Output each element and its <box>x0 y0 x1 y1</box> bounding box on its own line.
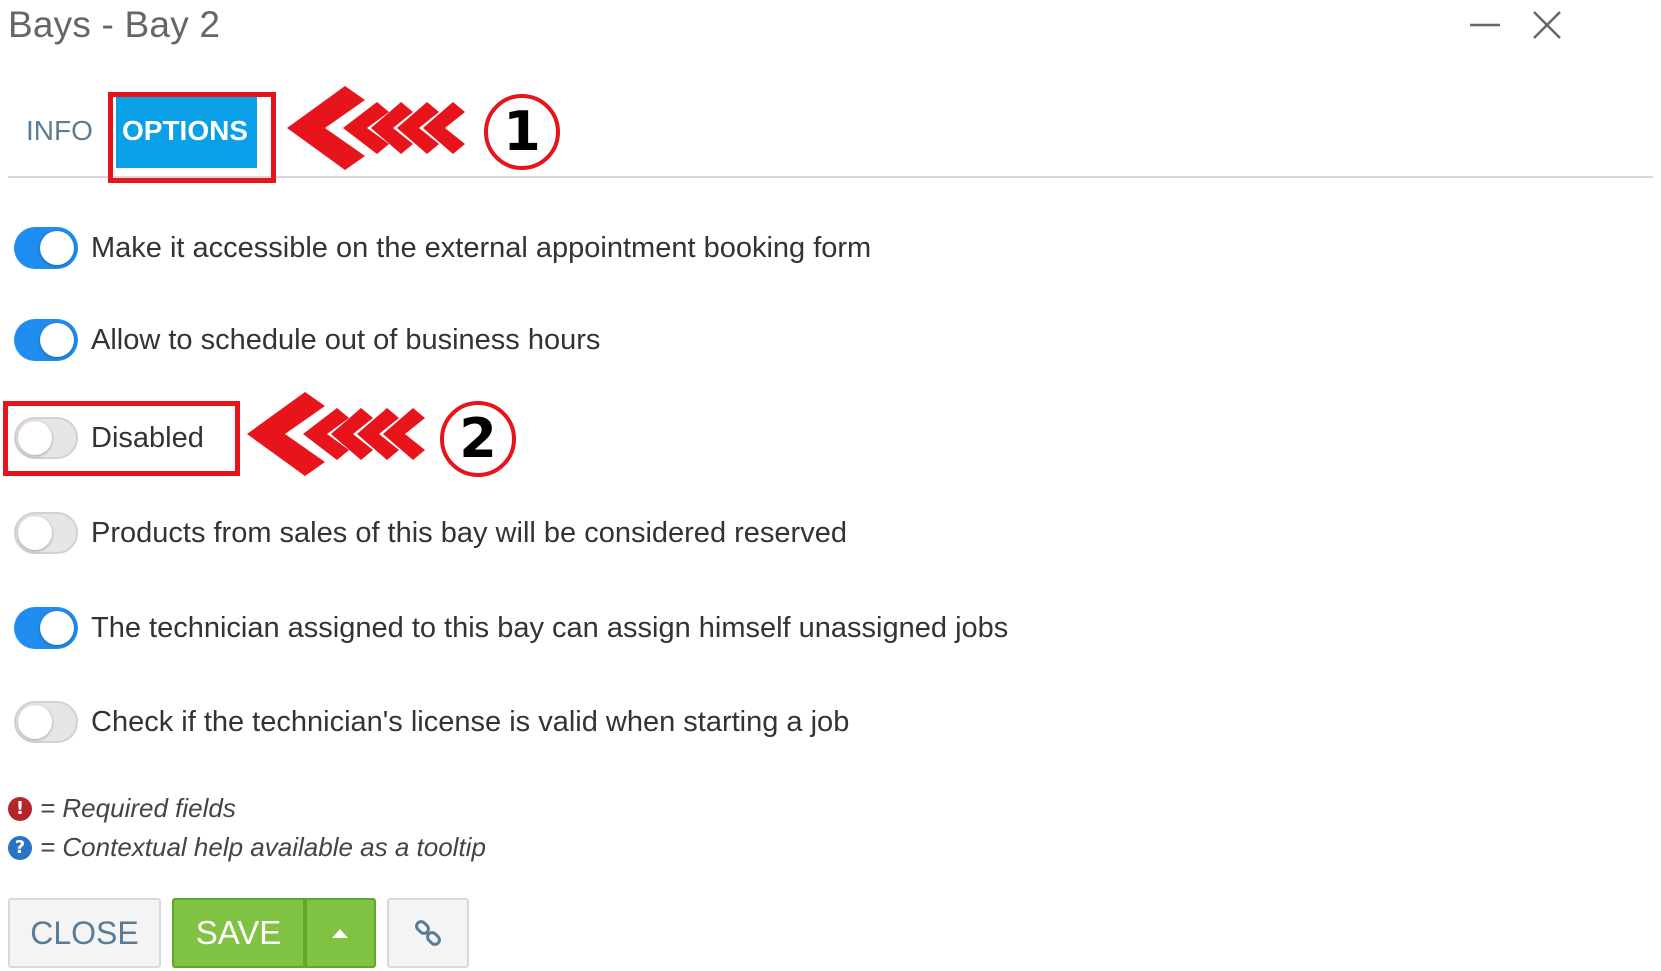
link-button[interactable] <box>387 898 469 968</box>
option-label: Make it accessible on the external appoi… <box>91 231 872 264</box>
legend-help: ? = Contextual help available as a toolt… <box>8 832 486 863</box>
option-external-booking: Make it accessible on the external appoi… <box>14 223 871 273</box>
toggle-self-assign[interactable] <box>14 607 78 649</box>
toggle-external-booking[interactable] <box>14 227 78 269</box>
close-icon[interactable] <box>1530 8 1564 42</box>
option-label: Allow to schedule out of business hours <box>91 323 601 356</box>
question-icon: ? <box>8 835 32 860</box>
toggle-license-check[interactable] <box>14 701 78 743</box>
legend-required: ! = Required fields <box>8 793 236 824</box>
option-label: Products from sales of this bay will be … <box>91 516 847 549</box>
annotation-badge-2: 2 <box>440 401 516 477</box>
highlight-box-options-tab <box>108 92 276 183</box>
red-arrow-annotation-2 <box>247 392 425 476</box>
minimize-icon[interactable] <box>1468 8 1502 42</box>
option-label: The technician assigned to this bay can … <box>91 611 1009 644</box>
legend-help-text: = Contextual help available as a tooltip <box>40 832 486 862</box>
toggle-out-of-hours[interactable] <box>14 319 78 361</box>
save-button[interactable]: SAVE <box>172 898 303 968</box>
option-out-of-hours: Allow to schedule out of business hours <box>14 315 600 365</box>
legend-required-text: = Required fields <box>40 793 236 823</box>
tab-info[interactable]: INFO <box>14 100 105 162</box>
exclamation-icon: ! <box>8 796 32 821</box>
option-license-check: Check if the technician's license is val… <box>14 697 849 747</box>
red-arrow-annotation-1 <box>287 86 465 170</box>
highlight-box-disabled-option <box>3 401 240 476</box>
caret-up-icon <box>331 929 348 938</box>
option-self-assign: The technician assigned to this bay can … <box>14 603 1008 653</box>
toggle-reserved-products[interactable] <box>14 512 78 554</box>
option-label: Check if the technician's license is val… <box>91 705 850 738</box>
window-title: Bays - Bay 2 <box>8 4 221 45</box>
link-icon <box>415 920 441 946</box>
annotation-badge-1: 1 <box>484 94 560 170</box>
save-options-dropdown-button[interactable] <box>303 898 376 968</box>
close-button[interactable]: CLOSE <box>8 898 161 968</box>
option-reserved-products: Products from sales of this bay will be … <box>14 508 847 558</box>
